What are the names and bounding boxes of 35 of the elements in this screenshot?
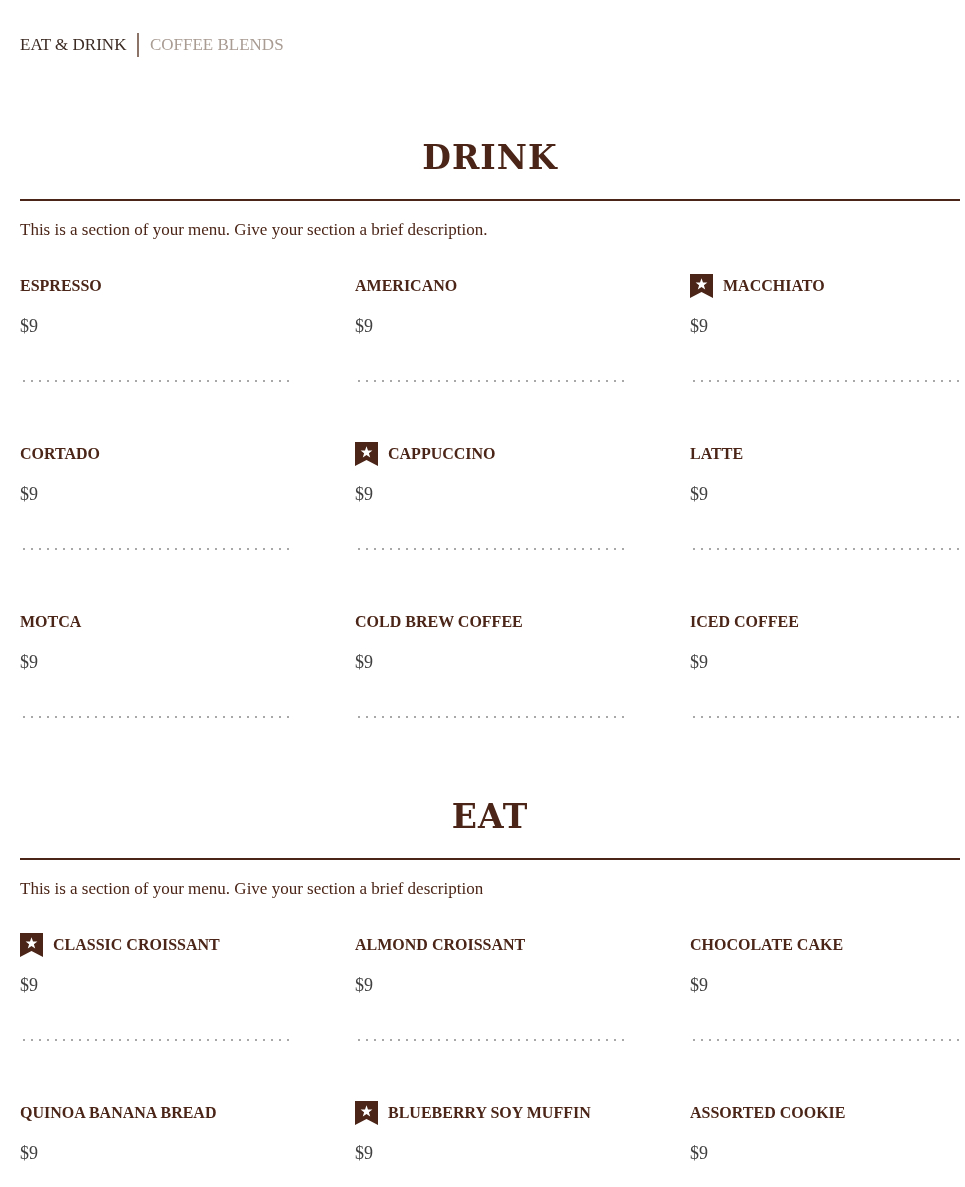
item-name: ASSORTED COOKIE (690, 1103, 846, 1123)
nav-link[interactable]: EAT & DRINK (20, 33, 127, 57)
item-name: CHOCOLATE CAKE (690, 935, 844, 955)
item-name: COLD BREW COFFEE (355, 612, 523, 632)
section-description: This is a section of your menu. Give your section a brief description. (20, 219, 489, 241)
item-name: CAPPUCCINO (388, 444, 496, 464)
item-price: $9 (355, 974, 373, 997)
item-price: $9 (690, 483, 708, 506)
item-name: ALMOND CROISSANT (355, 935, 526, 955)
item-name: QUINOA BANANA BREAD (20, 1103, 217, 1123)
item-price: $9 (355, 1142, 373, 1165)
item-name: MOTCA (20, 612, 82, 632)
item-price: $9 (20, 483, 38, 506)
item-price: $9 (20, 651, 38, 674)
item-name: BLUEBERRY SOY MUFFIN (388, 1103, 591, 1123)
section-description: This is a section of your menu. Give your section a brief description (20, 878, 485, 900)
item-price: $9 (355, 315, 373, 338)
item-price: $9 (690, 651, 708, 674)
item-price: $9 (690, 974, 708, 997)
item-name: CLASSIC CROISSANT (53, 935, 220, 955)
item-price: $9 (355, 651, 373, 674)
section-heading: DRINK (421, 138, 559, 178)
section-heading: EAT (450, 797, 530, 837)
item-price: $9 (20, 974, 38, 997)
item-price: $9 (20, 315, 38, 338)
item-name: LATTE (690, 444, 744, 464)
item-price: $9 (355, 483, 373, 506)
item-name: CORTADO (20, 444, 101, 464)
item-name: ICED COFFEE (690, 612, 799, 632)
item-price: $9 (690, 1142, 708, 1165)
item-price: $9 (20, 1142, 38, 1165)
item-name: ESPRESSO (20, 276, 102, 296)
item-name: AMERICANO (355, 276, 458, 296)
item-name: MACCHIATO (723, 276, 825, 296)
item-price: $9 (690, 315, 708, 338)
